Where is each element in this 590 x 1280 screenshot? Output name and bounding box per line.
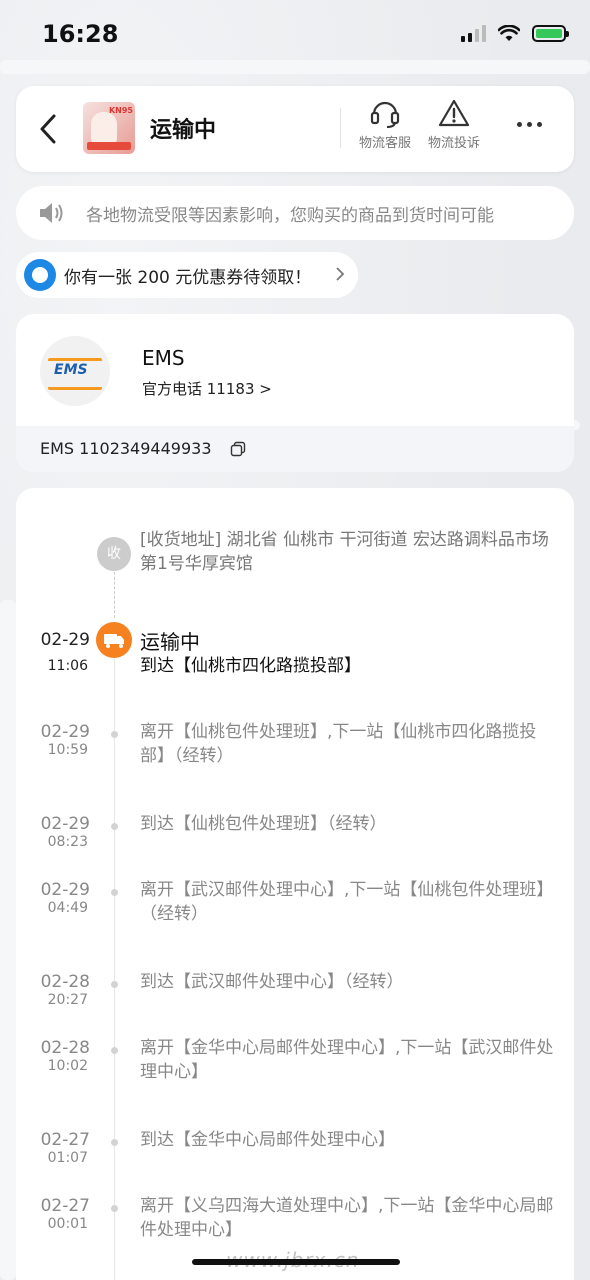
timeline-dot <box>111 1047 118 1054</box>
event-time: 20:27 <box>47 992 88 1008</box>
page-title: 运输中 <box>150 118 217 143</box>
timeline-dot <box>111 1205 118 1212</box>
event-text: 到达【仙桃市四化路揽投部】 <box>140 656 361 676</box>
carrier-phone-link[interactable]: 官方电话 11183 > <box>142 378 272 399</box>
battery-icon <box>532 24 569 42</box>
more-icon[interactable] <box>517 122 542 127</box>
event-time: 04:49 <box>47 900 88 916</box>
event-text: 到达【武汉邮件处理中心】（经转） <box>140 972 404 992</box>
event-date: 02-27 <box>40 1130 90 1150</box>
logistics-service-label: 物流客服 <box>358 136 411 151</box>
event-date: 02-29 <box>40 814 90 834</box>
tracking-row: EMS 1102349449933 <box>16 426 574 472</box>
event-time: 00:01 <box>47 1216 88 1232</box>
status-bar: 16:28 <box>0 0 590 70</box>
event-text: 到达【金华中心局邮件处理中心】 <box>140 1130 395 1150</box>
carrier-name: EMS <box>142 346 185 370</box>
receiver-badge: 收 <box>97 537 131 571</box>
timeline-dot <box>111 981 118 988</box>
logistics-complaint-button[interactable]: 物流投诉 <box>421 98 487 151</box>
event-date: 02-29 <box>40 630 90 650</box>
coupon-icon <box>24 259 56 291</box>
delivery-address: [收货地址] 湖北省 仙桃市 干河街道 宏达路调料品市场第1号华厚宾馆 <box>140 530 549 574</box>
event-date: 02-29 <box>40 722 90 742</box>
product-thumbnail[interactable]: KN95 <box>83 102 135 154</box>
logistics-complaint-label: 物流投诉 <box>427 136 480 151</box>
coupon-text: 你有一张 200 元优惠券待领取！ <box>64 268 312 288</box>
event-date: 02-28 <box>40 972 90 992</box>
timeline-dot <box>111 823 118 830</box>
ems-logo: EMS <box>40 336 110 406</box>
back-arrow-icon[interactable] <box>36 112 60 146</box>
event-date: 02-29 <box>40 880 90 900</box>
event-text: 到达【仙桃包件处理班】（经转） <box>140 814 387 834</box>
event-date: 02-28 <box>40 1038 90 1058</box>
wifi-icon <box>498 24 520 41</box>
notice-text: 各地物流受限等因素影响，您购买的商品到货时间可能 <box>86 206 494 226</box>
event-time: 10:59 <box>47 742 88 758</box>
chevron-right-icon <box>336 267 345 281</box>
timeline-dot <box>111 1139 118 1146</box>
warning-icon <box>438 99 470 127</box>
event-status: 运输中 <box>140 630 200 654</box>
event-date: 02-27 <box>40 1196 90 1216</box>
event-text: 离开【仙桃包件处理班】,下一站【仙桃市四化路揽投部】（经转） <box>140 722 537 766</box>
logistics-service-button[interactable]: 物流客服 <box>352 98 418 151</box>
event-text: 离开【义乌四海大道处理中心】,下一站【金华中心局邮件处理中心】 <box>140 1196 554 1240</box>
header-bar: KN95 运输中 物流客服 物流投诉 <box>16 86 574 172</box>
event-text: 离开【武汉邮件处理中心】,下一站【仙桃包件处理班】（经转） <box>140 880 554 924</box>
event-time: 11:06 <box>47 658 88 674</box>
home-indicator[interactable] <box>192 1259 400 1265</box>
header-divider <box>340 108 341 148</box>
headset-icon <box>370 101 400 128</box>
notice-banner[interactable]: 各地物流受限等因素影响，您购买的商品到货时间可能 <box>16 186 574 240</box>
tracking-number: EMS 1102349449933 <box>40 439 212 458</box>
event-time: 08:23 <box>47 834 88 850</box>
copy-icon[interactable] <box>230 441 246 457</box>
timeline-dot <box>111 889 118 896</box>
event-text: 离开【金华中心局邮件处理中心】,下一站【武汉邮件处理中心】 <box>140 1038 554 1082</box>
tracking-timeline: 收 [收货地址] 湖北省 仙桃市 干河街道 宏达路调料品市场第1号华厚宾馆 02… <box>16 488 574 1280</box>
event-time: 01:07 <box>47 1150 88 1166</box>
event-time: 10:02 <box>47 1058 88 1074</box>
clock: 16:28 <box>42 20 119 48</box>
cellular-signal-icon <box>461 24 486 42</box>
speaker-icon <box>40 203 63 223</box>
timeline-dot <box>111 731 118 738</box>
carrier-card: EMS EMS 官方电话 11183 > EMS 1102349449933 <box>16 314 574 472</box>
coupon-banner[interactable]: 你有一张 200 元优惠券待领取！ <box>16 252 358 298</box>
truck-icon <box>96 622 132 658</box>
